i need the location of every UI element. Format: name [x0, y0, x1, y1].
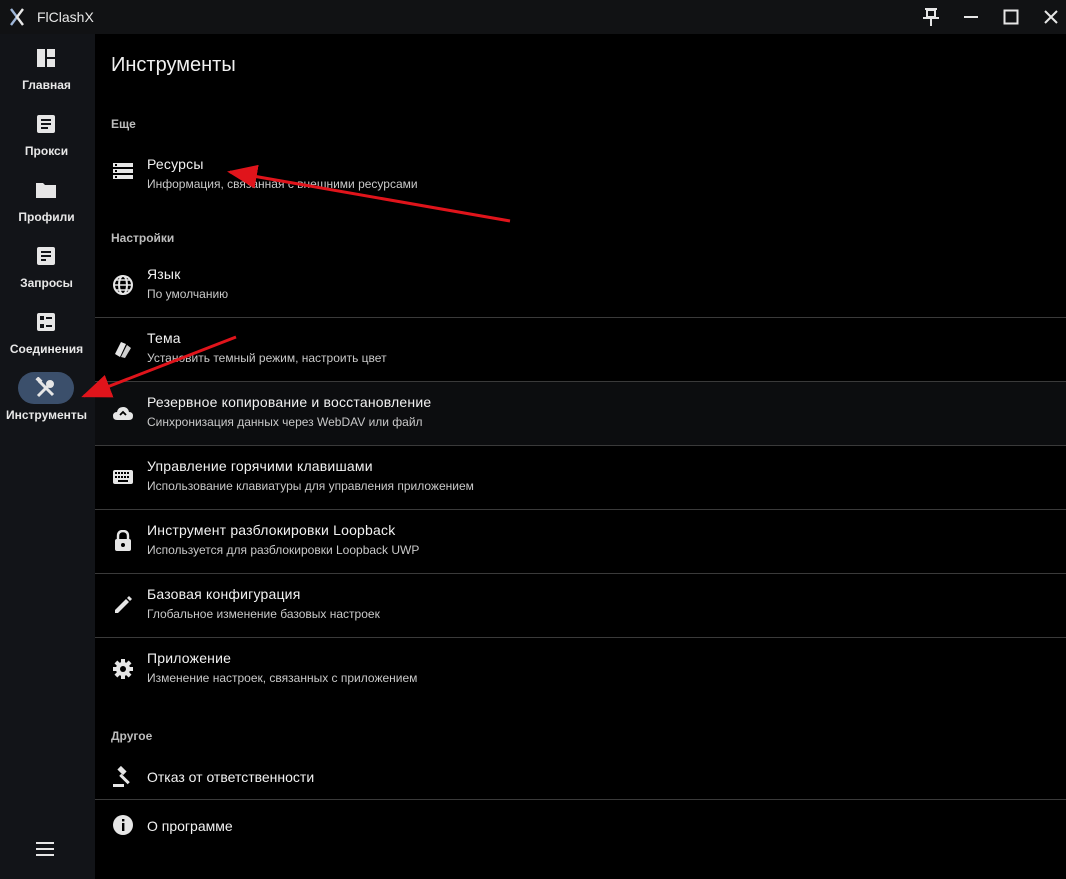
item-subtitle: Глобальное изменение базовых настроек [147, 607, 380, 621]
section-header-settings: Настройки [111, 231, 175, 245]
maximize-button[interactable] [996, 3, 1026, 31]
nav-item-home[interactable]: Главная [0, 46, 95, 106]
nav-item-tools[interactable]: Инструменты [0, 372, 95, 436]
minimize-icon [964, 16, 978, 18]
item-subtitle: Информация, связанная с внешними ресурса… [147, 177, 418, 191]
maximize-icon [1003, 9, 1019, 25]
item-title: Приложение [147, 650, 232, 666]
article-icon [34, 112, 58, 136]
item-title: О программе [147, 818, 233, 834]
item-subtitle: Изменение настроек, связанных с приложен… [147, 671, 418, 685]
page-title: Инструменты [111, 54, 236, 76]
nav-item-proxies[interactable]: Прокси [0, 112, 95, 172]
item-subtitle: Установить темный режим, настроить цвет [147, 351, 387, 365]
nav-label-requests: Запросы [20, 276, 73, 290]
tools-icon [34, 376, 58, 400]
lock-icon [111, 529, 135, 553]
info-icon [111, 813, 135, 837]
folder-icon [34, 178, 58, 202]
globe-icon [111, 273, 135, 297]
list-item-application[interactable]: Приложение Изменение настроек, связанных… [95, 638, 1066, 701]
nav-label-profiles: Профили [18, 210, 75, 224]
item-title: Ресурсы [147, 156, 204, 172]
nav-label-tools: Инструменты [5, 408, 88, 422]
hamburger-menu-icon [36, 842, 54, 856]
list-item-backup[interactable]: Резервное копирование и восстановление С… [95, 382, 1066, 445]
navigation-rail: Главная Прокси Профили Запросы Соединени… [0, 34, 95, 879]
item-title: Тема [147, 330, 181, 346]
request-list-icon [34, 244, 58, 268]
list-item-loopback[interactable]: Инструмент разблокировки Loopback Исполь… [95, 510, 1066, 573]
nav-item-requests[interactable]: Запросы [0, 244, 95, 304]
window-titlebar: FlClashX [0, 0, 1066, 34]
edit-icon [111, 593, 135, 617]
list-item-language[interactable]: Язык По умолчанию [95, 254, 1066, 317]
item-title: Отказ от ответственности [147, 769, 315, 785]
list-item-about[interactable]: О программе [95, 800, 1066, 863]
minimize-button[interactable] [956, 3, 986, 31]
item-subtitle: По умолчанию [147, 287, 229, 301]
section-header-more: Еще [111, 117, 136, 131]
gavel-icon [111, 765, 135, 789]
settings-icon [111, 657, 135, 681]
item-subtitle: Использование клавиатуры для управления … [147, 479, 474, 493]
pin-button[interactable] [916, 3, 946, 31]
item-subtitle: Используется для разблокировки Loopback … [147, 543, 420, 557]
item-title: Управление горячими клавишами [147, 458, 373, 474]
dashboard-icon [34, 46, 58, 70]
nav-label-proxies: Прокси [24, 144, 69, 158]
pin-icon [923, 8, 939, 26]
list-item-resources[interactable]: Ресурсы Информация, связанная с внешними… [95, 140, 1066, 203]
nav-label-home: Главная [22, 78, 71, 92]
nav-item-profiles[interactable]: Профили [0, 178, 95, 238]
list-item-base-config[interactable]: Базовая конфигурация Глобальное изменени… [95, 574, 1066, 637]
keyboard-icon [111, 465, 135, 489]
item-subtitle: Синхронизация данных через WebDAV или фа… [147, 415, 423, 429]
item-title: Резервное копирование и восстановление [147, 394, 432, 410]
hamburger-menu-button[interactable] [34, 838, 58, 862]
storage-icon [111, 159, 135, 183]
cloud-sync-icon [111, 401, 135, 425]
list-item-theme[interactable]: Тема Установить темный режим, настроить … [95, 318, 1066, 381]
list-item-hotkeys[interactable]: Управление горячими клавишами Использова… [95, 446, 1066, 509]
item-title: Базовая конфигурация [147, 586, 301, 602]
item-title: Язык [147, 266, 181, 282]
section-header-other: Другое [111, 729, 153, 743]
palette-icon [111, 337, 135, 361]
nav-item-connections[interactable]: Соединения [0, 310, 95, 370]
close-icon [1044, 10, 1058, 24]
nav-label-connections: Соединения [9, 342, 84, 356]
app-logo-icon [10, 8, 24, 26]
item-title: Инструмент разблокировки Loopback [147, 522, 396, 538]
connections-icon [34, 310, 58, 334]
app-title: FlClashX [37, 9, 94, 25]
close-button[interactable] [1036, 3, 1066, 31]
